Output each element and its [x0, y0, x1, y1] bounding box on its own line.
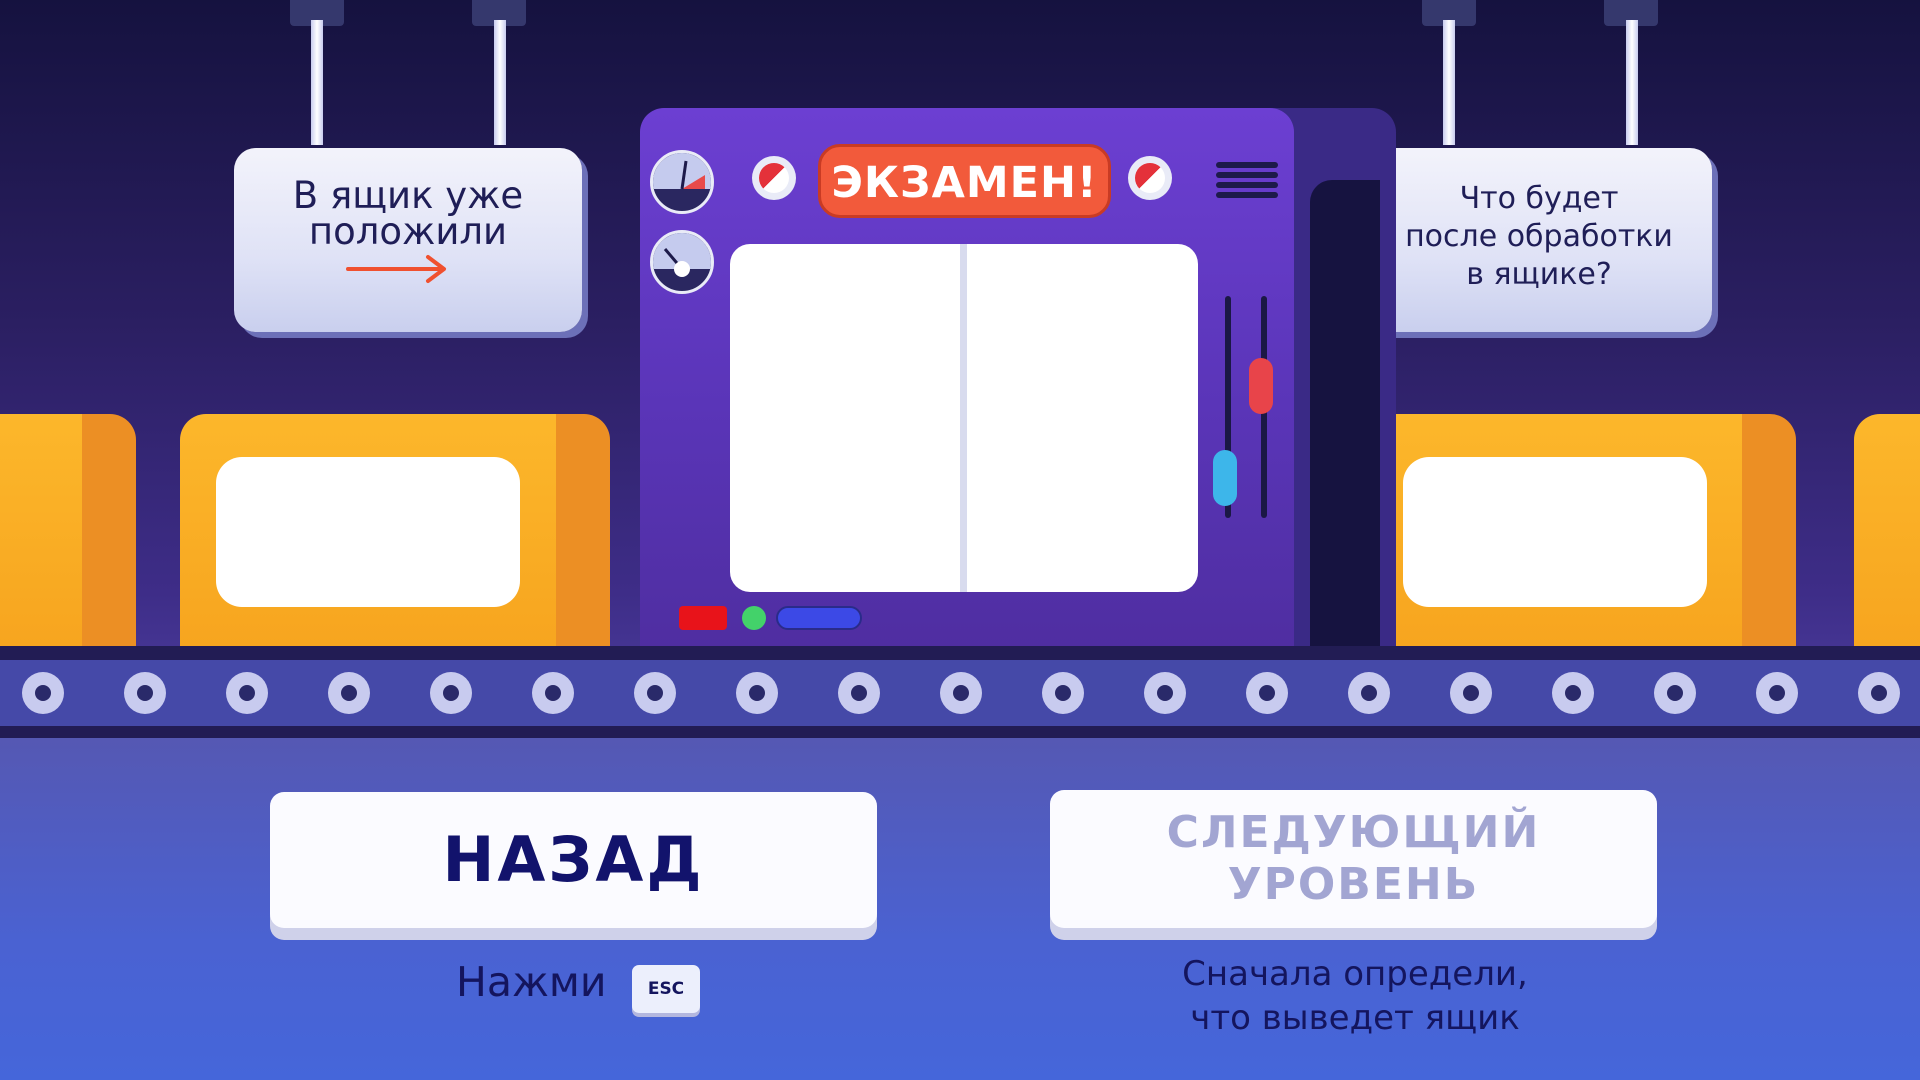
next-level-label: УРОВЕНЬ	[1227, 859, 1480, 910]
hanging-rod	[1626, 20, 1638, 145]
vent-grille	[1216, 162, 1278, 168]
next-level-hint-line: что выведет ящик	[1190, 998, 1520, 1038]
sign-output-line: в ящике?	[1466, 257, 1612, 292]
conveyor-bolt	[430, 672, 472, 714]
arrow-right-icon	[346, 255, 446, 283]
box-partial-right	[1854, 414, 1920, 646]
conveyor-bolt	[940, 672, 982, 714]
next-level-label: СЛЕДУЮЩИЙ	[1166, 807, 1541, 858]
status-light-green	[742, 606, 766, 630]
conveyor-bolt	[1756, 672, 1798, 714]
box-side	[556, 414, 610, 646]
vent-grille	[1216, 192, 1278, 198]
slider-handle-red	[1249, 358, 1273, 414]
conveyor-bolt	[328, 672, 370, 714]
conveyor-bolt	[1348, 672, 1390, 714]
esc-key-badge: ESC	[632, 965, 700, 1013]
hanging-rod	[311, 20, 323, 145]
screen-divider	[960, 244, 967, 592]
sign-input-box: В ящик уже положили	[234, 148, 582, 332]
sign-output-line: после обработки	[1405, 219, 1673, 254]
conveyor-bolt	[22, 672, 64, 714]
conveyor-bolt	[1042, 672, 1084, 714]
vent-grille	[1216, 172, 1278, 178]
conveyor-bolt	[1246, 672, 1288, 714]
exam-badge: ЭКЗАМЕН!	[818, 144, 1111, 218]
sign-input-line: В ящик уже	[292, 174, 524, 217]
box-side	[1742, 414, 1796, 646]
box-input-slot[interactable]	[216, 457, 520, 607]
sign-output-line: Что будет	[1459, 181, 1619, 216]
conveyor-bolt	[736, 672, 778, 714]
conveyor-edge	[0, 726, 1920, 738]
status-light-blue	[776, 606, 862, 630]
conveyor-bolt	[1654, 672, 1696, 714]
next-level-hint: Сначала определи, что выведет ящик	[1110, 952, 1600, 1040]
conveyor-bolt	[1144, 672, 1186, 714]
next-level-hint-line: Сначала определи,	[1182, 954, 1528, 994]
indicator-light-icon	[1128, 156, 1172, 200]
conveyor-bolt	[1858, 672, 1900, 714]
vent-grille	[1216, 182, 1278, 188]
sign-output-question: Что будет после обработки в ящике?	[1366, 148, 1712, 332]
conveyor-bolt	[226, 672, 268, 714]
conveyor-bolt	[1552, 672, 1594, 714]
hanging-rod	[1443, 20, 1455, 145]
conveyor-bolt	[838, 672, 880, 714]
hanging-rod	[494, 20, 506, 145]
box-output-slot[interactable]	[1403, 457, 1707, 607]
esc-hint-text: Нажми	[456, 958, 607, 1006]
conveyor-bolt	[124, 672, 166, 714]
box-side	[82, 414, 136, 646]
indicator-light-icon	[752, 156, 796, 200]
slider-handle-blue	[1213, 450, 1237, 506]
conveyor-bolt	[532, 672, 574, 714]
sign-input-line: положили	[308, 210, 508, 253]
sign-output-text: Что будет после обработки в ящике?	[1366, 148, 1712, 294]
status-light-red	[679, 606, 727, 630]
conveyor-bolt	[634, 672, 676, 714]
back-button[interactable]: НАЗАД	[270, 792, 877, 928]
machine-slot	[1310, 180, 1380, 648]
gauge-icon	[650, 230, 714, 294]
sign-input-text: В ящик уже положили	[234, 148, 582, 250]
gauge-icon	[650, 150, 714, 214]
next-level-button[interactable]: СЛЕДУЮЩИЙ УРОВЕНЬ	[1050, 790, 1657, 928]
conveyor-bolt	[1450, 672, 1492, 714]
conveyor-edge	[0, 646, 1920, 660]
box-partial-left	[0, 414, 82, 646]
